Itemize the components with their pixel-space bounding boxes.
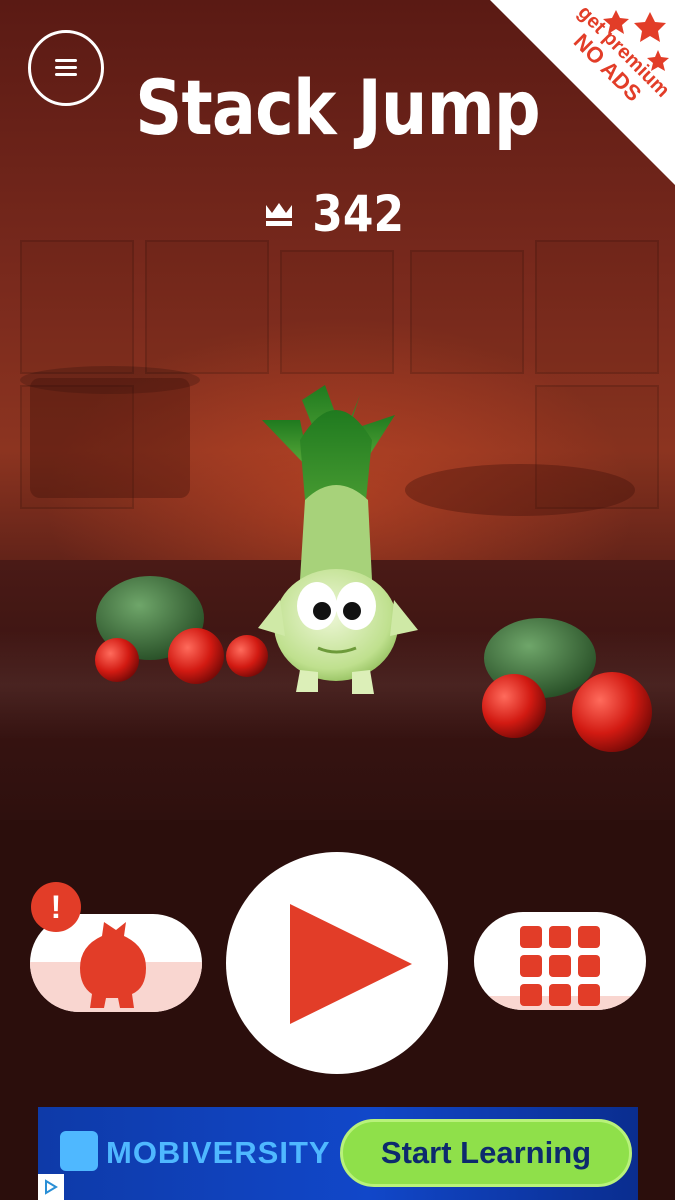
mobiversity-logo-icon (60, 1131, 98, 1171)
best-score-value: 342 (312, 185, 405, 243)
ad-banner[interactable]: MOBIVERSITY Start Learning (38, 1107, 638, 1200)
crown-icon (266, 203, 293, 226)
leek-character (258, 385, 418, 694)
ad-brand: MOBIVERSITY (106, 1135, 331, 1170)
alert-badge: ! (31, 882, 81, 932)
piggy-bank-icon (80, 922, 146, 1008)
levels-button[interactable] (474, 912, 646, 1010)
premium-ribbon[interactable]: get premium NO ADS (490, 0, 675, 185)
ad-choices-icon[interactable] (38, 1174, 64, 1200)
best-score: 342 (0, 186, 675, 242)
grid-icon (520, 926, 600, 1006)
play-triangle-icon (290, 904, 412, 1024)
ad-cta-button[interactable]: Start Learning (340, 1119, 632, 1187)
play-button[interactable] (226, 852, 448, 1074)
